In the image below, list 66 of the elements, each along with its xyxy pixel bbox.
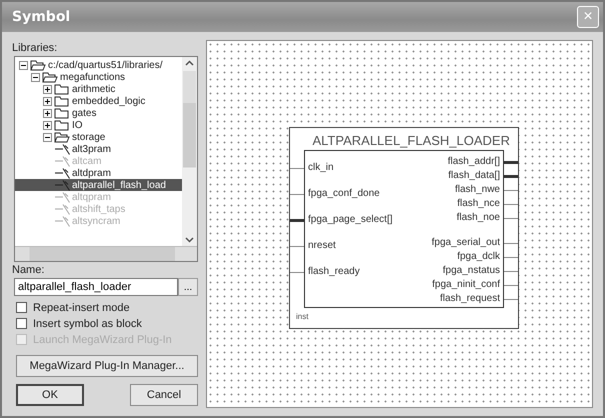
tree-item[interactable]: altdpram bbox=[55, 167, 182, 179]
pin-label: fpga_ninit_conf bbox=[432, 279, 500, 290]
folder-icon bbox=[54, 83, 70, 95]
expand-icon[interactable] bbox=[43, 108, 52, 118]
name-field[interactable]: altparallel_flash_loader bbox=[14, 278, 178, 296]
checkbox[interactable] bbox=[16, 318, 27, 329]
collapse-icon[interactable] bbox=[19, 60, 28, 70]
window-title: Symbol bbox=[12, 9, 70, 25]
checkbox-label: Repeat-insert mode bbox=[33, 302, 130, 314]
expand-icon[interactable] bbox=[43, 84, 52, 94]
pin-label: flash_request bbox=[440, 293, 500, 304]
libraries-label: Libraries: bbox=[12, 42, 58, 54]
pin-label: fpga_dclk bbox=[457, 251, 500, 262]
symbol-block[interactable] bbox=[289, 127, 519, 329]
tree-item[interactable]: megafunctions bbox=[31, 71, 182, 83]
symbol-icon bbox=[55, 168, 70, 178]
pin-label: fpga_serial_out bbox=[432, 237, 500, 248]
folder-icon bbox=[54, 95, 70, 107]
symbol-icon bbox=[55, 144, 70, 154]
expand-icon[interactable] bbox=[43, 120, 52, 130]
symbol-icon bbox=[55, 216, 70, 226]
folder-icon bbox=[54, 107, 70, 119]
horizontal-scrollbar[interactable] bbox=[15, 246, 197, 261]
megawizard-manager-button[interactable]: MegaWizard Plug-In Manager... bbox=[16, 355, 198, 377]
tree-item[interactable]: c:/cad/quartus51/libraries/ bbox=[19, 59, 182, 71]
pin-label: fpga_nstatus bbox=[442, 265, 500, 276]
name-label: Name: bbox=[12, 264, 46, 276]
ok-button[interactable]: OK bbox=[16, 384, 84, 406]
checkbox-label: Insert symbol as block bbox=[33, 318, 142, 330]
collapse-icon[interactable] bbox=[43, 132, 52, 142]
folder-icon bbox=[54, 119, 70, 131]
tree-item[interactable]: embedded_logic bbox=[43, 95, 182, 107]
symbol-icon bbox=[55, 204, 70, 214]
pin-label: clk_in bbox=[308, 162, 334, 173]
folder-icon bbox=[54, 131, 70, 143]
pin-label: flash_nce bbox=[457, 198, 500, 209]
scroll-up-icon[interactable] bbox=[185, 60, 194, 66]
expand-icon[interactable] bbox=[43, 96, 52, 106]
symbol-title: ALTPARALLEL_FLASH_LOADER bbox=[312, 133, 510, 148]
pin-label: flash_addr[] bbox=[448, 156, 500, 167]
folder-icon bbox=[30, 59, 46, 71]
schematic-canvas[interactable] bbox=[206, 40, 593, 408]
pin-label: flash_nwe bbox=[454, 184, 500, 195]
tree-item[interactable]: gates bbox=[43, 107, 182, 119]
scroll-down-icon[interactable] bbox=[185, 237, 194, 243]
pin-label: flash_ready bbox=[308, 266, 360, 277]
symbol-icon bbox=[55, 156, 70, 166]
tree-item[interactable]: altparallel_flash_load bbox=[15, 179, 182, 191]
pin-label: flash_data[] bbox=[448, 170, 500, 181]
pin-label: flash_noe bbox=[456, 212, 500, 223]
tree-item[interactable]: alt3pram bbox=[55, 143, 182, 155]
pin-label: fpga_page_select[] bbox=[308, 214, 393, 225]
folder-icon bbox=[42, 71, 58, 83]
collapse-icon[interactable] bbox=[31, 72, 40, 82]
symbol-icon bbox=[55, 180, 70, 190]
cancel-button[interactable]: Cancel bbox=[130, 384, 198, 406]
vertical-scrollbar[interactable] bbox=[182, 57, 197, 246]
pin-label: nreset bbox=[308, 240, 336, 251]
tree-item[interactable]: arithmetic bbox=[43, 83, 182, 95]
symbol-icon bbox=[55, 192, 70, 202]
checkbox[interactable] bbox=[16, 302, 27, 313]
browse-button[interactable]: ... bbox=[178, 278, 198, 296]
tree-item[interactable]: storage bbox=[43, 131, 182, 143]
instance-label: inst bbox=[296, 312, 310, 321]
pin-label: fpga_conf_done bbox=[308, 188, 380, 199]
tree-item[interactable]: IO bbox=[43, 119, 182, 131]
